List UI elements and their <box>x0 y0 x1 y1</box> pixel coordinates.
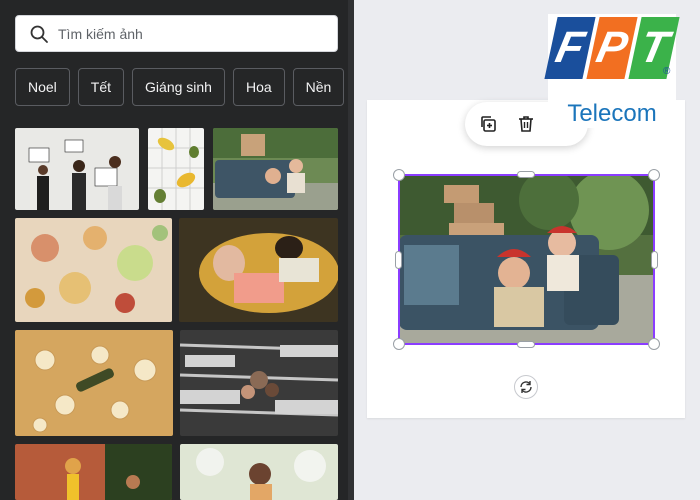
resize-handle-bottom-right[interactable] <box>648 338 660 350</box>
logo-letter-t: T <box>628 17 680 79</box>
logo-wordmark: Telecom <box>567 100 657 127</box>
resize-handle-top-left[interactable] <box>393 169 405 181</box>
chip-giang-sinh[interactable]: Giáng sinh <box>132 68 225 106</box>
search-bar[interactable] <box>15 15 338 52</box>
resize-handle-right[interactable] <box>651 251 658 269</box>
search-icon <box>28 23 50 45</box>
photo-car-couple[interactable] <box>213 128 338 210</box>
photo-floral-food[interactable] <box>15 218 172 322</box>
chip-nen[interactable]: Nền <box>292 68 345 106</box>
rotate-icon[interactable] <box>514 375 538 399</box>
search-input[interactable] <box>58 25 318 42</box>
fpt-telecom-logo: F P T ® Telecom <box>544 14 680 128</box>
photo-woman-blossom[interactable] <box>180 444 338 500</box>
chip-hoa[interactable]: Hoa <box>232 68 285 106</box>
panel-divider[interactable] <box>348 0 354 500</box>
trash-icon[interactable] <box>515 113 537 135</box>
photo-couple-blanket[interactable] <box>179 218 338 322</box>
logo-registered: ® <box>663 66 671 77</box>
resize-handle-left[interactable] <box>395 251 402 269</box>
photo-champagne-glasses[interactable] <box>15 330 173 436</box>
photo-women-signs[interactable] <box>15 128 139 210</box>
resize-handle-top[interactable] <box>517 171 535 178</box>
category-chips: Noel Tết Giáng sinh Hoa Nền <box>15 68 348 106</box>
photo-hands-toast[interactable] <box>180 330 338 436</box>
resize-handle-bottom[interactable] <box>517 341 535 348</box>
photos-panel: Noel Tết Giáng sinh Hoa Nền <box>0 0 348 500</box>
chip-tet[interactable]: Tết <box>77 68 125 106</box>
photo-child-outdoor[interactable] <box>15 444 172 500</box>
selected-photo-car-couple[interactable] <box>399 175 654 344</box>
chip-noel[interactable]: Noel <box>15 68 70 106</box>
duplicate-icon[interactable] <box>477 113 499 135</box>
resize-handle-top-right[interactable] <box>648 169 660 181</box>
photo-snacks-grid[interactable] <box>148 128 204 210</box>
resize-handle-bottom-left[interactable] <box>393 338 405 350</box>
